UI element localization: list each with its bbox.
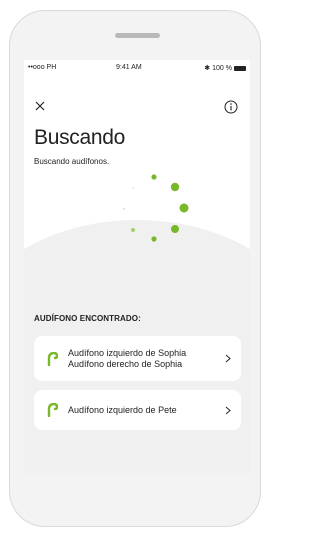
spinner-dot: [179, 203, 189, 213]
status-carrier: ••ooo PH: [28, 64, 57, 71]
device-card-sophia[interactable]: Audífono izquierdo de Sophia Audífono de…: [34, 336, 241, 381]
spinner-dot: [131, 228, 135, 232]
bluetooth-icon: ✱: [204, 65, 211, 72]
phone-speaker: [115, 33, 160, 38]
app-screen: ••ooo PH 9:41 AM ✱ 100 % Buscando Buscan…: [24, 60, 250, 473]
chevron-right-icon: [225, 406, 231, 414]
spinner-dot: [123, 208, 125, 210]
hearing-aid-icon: [47, 403, 58, 417]
spinner-dot: [132, 187, 134, 189]
spinner-dot: [171, 225, 179, 233]
info-icon[interactable]: [224, 100, 238, 114]
page-title: Buscando: [34, 126, 126, 149]
chevron-right-icon: [225, 354, 231, 363]
page-subtitle: Buscando audífonos.: [34, 157, 110, 166]
loading-spinner: [123, 174, 189, 242]
device-card-text: Audífono izquierdo de Pete: [68, 405, 177, 416]
battery-icon: [234, 65, 246, 71]
status-battery: 100 %: [212, 64, 232, 72]
status-battery-group: ✱ 100 %: [204, 64, 246, 72]
spinner-dot: [151, 236, 157, 242]
device-name-right: Audífono derecho de Sophia: [68, 358, 183, 369]
status-time: 9:41 AM: [116, 64, 142, 71]
status-bar: ••ooo PH 9:41 AM ✱ 100 %: [24, 64, 250, 74]
spinner-dot: [151, 174, 157, 180]
device-name-left: Audífono izquierdo de Pete: [68, 404, 177, 415]
spinner-dot: [170, 182, 180, 192]
device-name-left: Audífono izquierdo de Sophia: [68, 347, 187, 358]
device-card-pete[interactable]: Audífono izquierdo de Pete: [34, 390, 241, 430]
close-icon[interactable]: [34, 100, 46, 112]
section-label: AUDÍFONO ENCONTRADO:: [34, 314, 141, 323]
phone-frame: ••ooo PH 9:41 AM ✱ 100 % Buscando Buscan…: [9, 10, 261, 527]
device-card-text: Audífono izquierdo de Sophia Audífono de…: [68, 348, 186, 370]
hearing-aid-icon: [47, 351, 58, 366]
